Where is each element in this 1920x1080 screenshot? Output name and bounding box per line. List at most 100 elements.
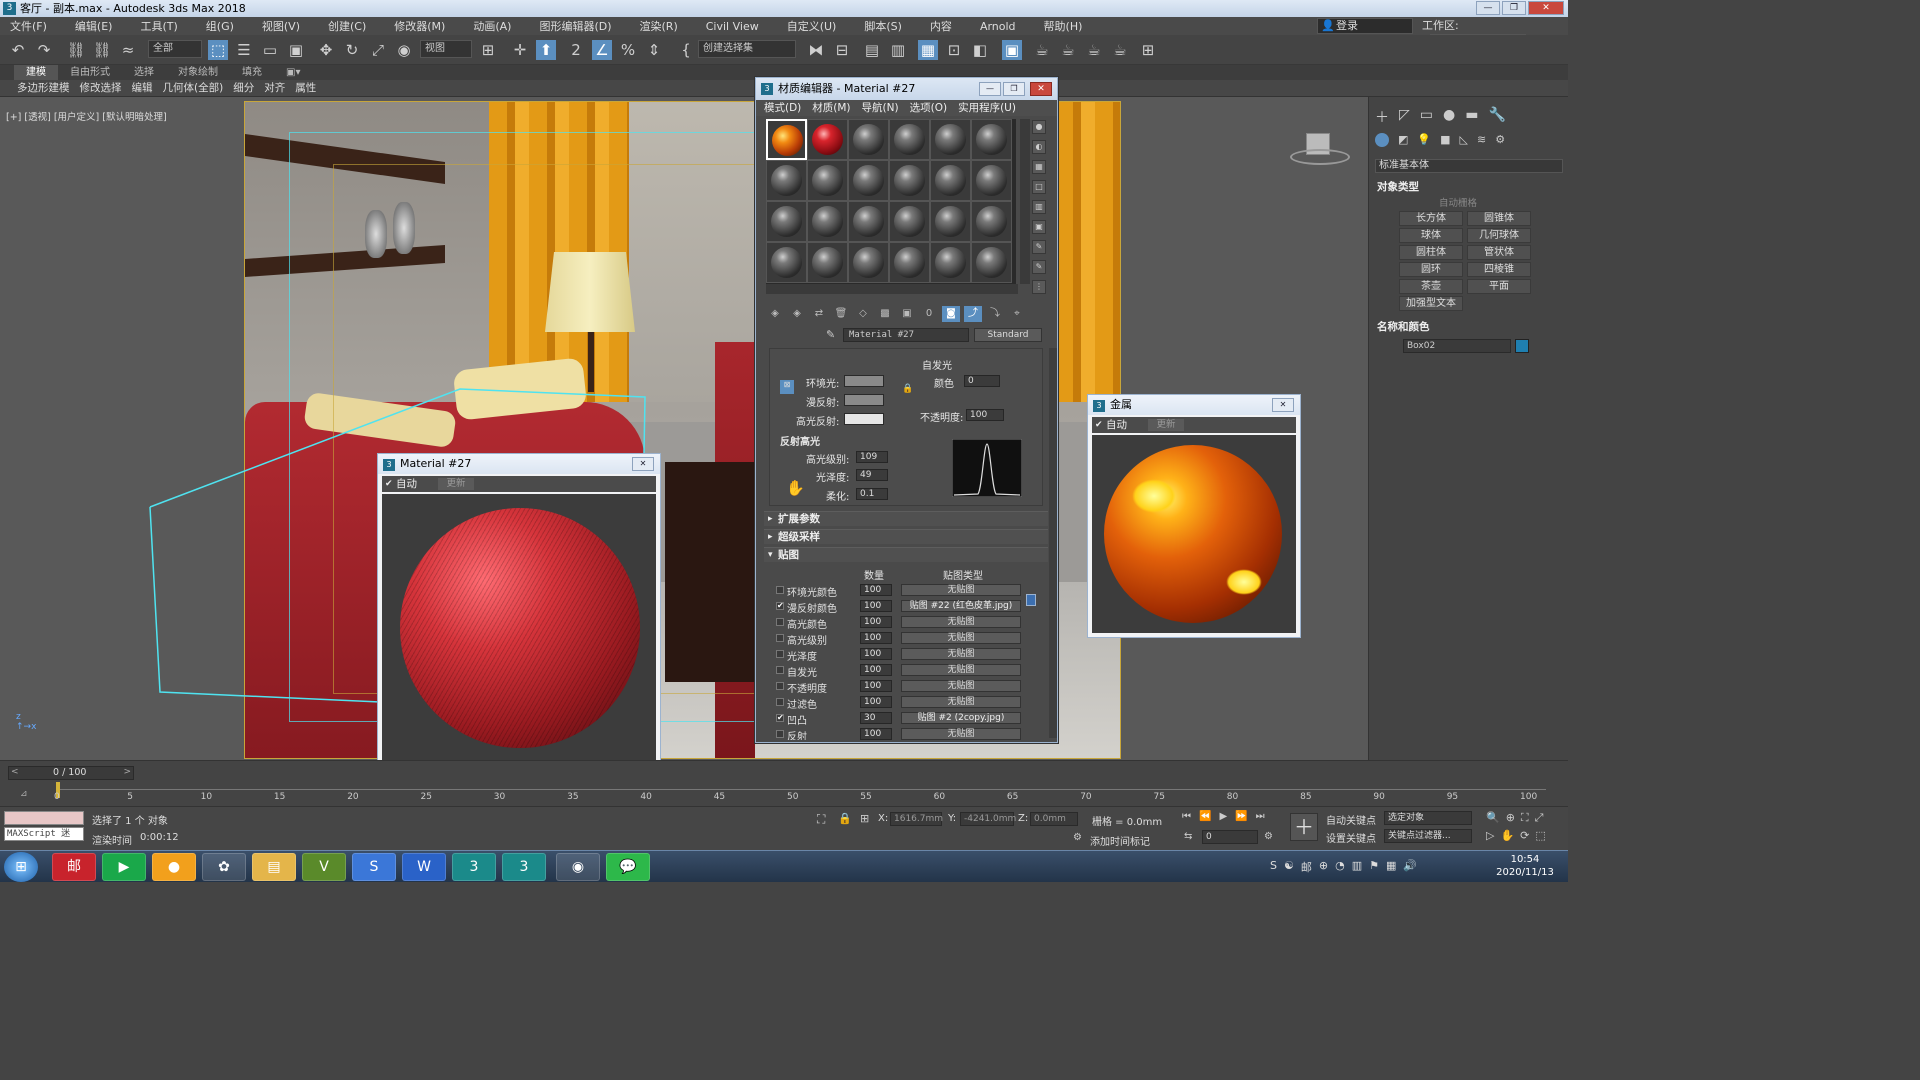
viewcube-icon[interactable]	[1290, 133, 1350, 169]
map-enable-checkbox[interactable]: ✔	[776, 714, 784, 722]
background-icon[interactable]: ▦	[1032, 160, 1046, 174]
map-amount-spinner[interactable]: 100	[860, 680, 892, 692]
tray-icon[interactable]: ▥	[1352, 859, 1362, 875]
map-amount-spinner[interactable]: 100	[860, 664, 892, 676]
map-enable-checkbox[interactable]	[776, 730, 784, 738]
window-crossing-icon[interactable]: ▣	[286, 40, 306, 60]
goto-end-icon[interactable]: ⏭	[1256, 811, 1265, 822]
percent-snap-icon[interactable]: %	[618, 40, 638, 60]
wechat-app-icon[interactable]: 💬	[606, 853, 650, 881]
time-tag-icon[interactable]: ⚙	[1073, 832, 1082, 843]
menu-modifiers[interactable]: 修改器(M)	[394, 18, 455, 34]
maxscript-listener-top[interactable]	[4, 811, 84, 825]
material-id-channel-icon[interactable]: ▣	[898, 306, 916, 322]
ribbon-edit[interactable]: 编辑	[127, 80, 158, 96]
tube-button[interactable]: 管状体	[1467, 245, 1531, 260]
material-slot[interactable]	[848, 119, 889, 160]
sogou-app-icon[interactable]: S	[352, 853, 396, 881]
material-slot[interactable]	[971, 201, 1012, 242]
3dsmax-taskbar-icon[interactable]: 3	[452, 853, 496, 881]
tray-icon[interactable]: S	[1270, 859, 1277, 875]
assign-to-selection-icon[interactable]: ⇄	[810, 306, 828, 322]
x-coord-field[interactable]: 1616.7mm	[890, 812, 943, 826]
soften-spinner[interactable]: 0.1	[856, 488, 888, 500]
auto-key-button[interactable]: 自动关键点	[1326, 812, 1376, 827]
modify-tab-icon[interactable]: ◸	[1399, 107, 1410, 127]
material-slot[interactable]	[848, 242, 889, 283]
wps-writer-icon[interactable]: W	[402, 853, 446, 881]
eyedropper-icon[interactable]: ✎	[826, 328, 835, 341]
get-material-icon[interactable]: ◈	[766, 306, 784, 322]
ribbon-poly-modeling[interactable]: 多边形建模	[12, 80, 75, 96]
material-slot[interactable]	[807, 242, 848, 283]
maps-rollout[interactable]: 贴图	[764, 547, 1048, 562]
material-slot[interactable]	[889, 119, 930, 160]
make-unique-icon[interactable]: ◇	[854, 306, 872, 322]
chrome-app-icon[interactable]: ◉	[556, 853, 600, 881]
menu-views[interactable]: 视图(V)	[262, 18, 310, 34]
material-editor-icon[interactable]: ◧	[970, 40, 990, 60]
material-name-field[interactable]: Material #27	[843, 328, 969, 342]
options-icon[interactable]: ✎	[1032, 240, 1046, 254]
map-enable-checkbox[interactable]	[776, 634, 784, 642]
menu-arnold[interactable]: Arnold	[980, 20, 1026, 33]
app-icon[interactable]: ✿	[202, 853, 246, 881]
scale-icon[interactable]: ⤢	[368, 40, 388, 60]
menu-modes[interactable]: 模式(D)	[764, 100, 801, 116]
goto-start-icon[interactable]: ⏮	[1182, 811, 1191, 822]
name-color-rollout[interactable]: 名称和颜色	[1377, 319, 1430, 334]
time-slider[interactable]: < 0 / 100 >	[8, 766, 134, 780]
object-name-field[interactable]: Box02	[1403, 339, 1511, 353]
angle-snap-icon[interactable]: ∠	[592, 40, 612, 60]
tray-icon[interactable]: ◔	[1335, 859, 1345, 875]
material-slot[interactable]	[889, 201, 930, 242]
y-coord-field[interactable]: -4241.0mm	[960, 812, 1016, 826]
fov-icon[interactable]: ▷	[1486, 829, 1494, 842]
render-frame-icon[interactable]: ☕	[1032, 40, 1052, 60]
tray-icon[interactable]: ⊕	[1319, 859, 1328, 875]
tray-icon[interactable]: ⚑	[1369, 859, 1379, 875]
network-icon[interactable]: ▦	[1386, 859, 1396, 875]
ribbon-options-icon[interactable]: ▣▾	[274, 65, 312, 80]
selection-lock-icon[interactable]: 🔒	[838, 812, 852, 825]
link-icon[interactable]: ⛓	[66, 40, 86, 60]
ribbon-tab-freeform[interactable]: 自由形式	[58, 65, 122, 80]
toggle-ribbon-icon[interactable]: ▥	[888, 40, 908, 60]
reference-coord-system[interactable]: 视图	[420, 40, 472, 58]
video-color-check-icon[interactable]: ▥	[1032, 200, 1046, 214]
zoom-extents-icon[interactable]: ⛶	[1521, 811, 1529, 825]
named-selection-set[interactable]: 创建选择集	[698, 40, 796, 58]
display-tab-icon[interactable]: ▬	[1465, 107, 1478, 127]
menu-material[interactable]: 材质(M)	[812, 100, 850, 116]
go-forward-sibling-icon[interactable]: ⤵	[986, 306, 1004, 322]
material-slot[interactable]	[807, 119, 848, 160]
rotate-icon[interactable]: ↻	[342, 40, 362, 60]
mail-app-icon[interactable]: 邮	[52, 853, 96, 881]
bind-spacewarp-icon[interactable]: ≈	[118, 40, 138, 60]
minimize-button[interactable]: —	[1476, 1, 1500, 15]
menu-animation[interactable]: 动画(A)	[473, 18, 521, 34]
weibo-app-icon[interactable]: ●	[152, 853, 196, 881]
material-slot[interactable]	[848, 160, 889, 201]
tray-icon[interactable]: 邮	[1301, 859, 1312, 875]
teapot-button[interactable]: 茶壶	[1399, 279, 1463, 294]
z-coord-field[interactable]: 0.0mm	[1030, 812, 1078, 826]
unlink-icon[interactable]: ⛓	[92, 40, 112, 60]
menu-file[interactable]: 文件(F)	[10, 18, 57, 34]
material-map-navigator-icon[interactable]: ⋮	[1032, 280, 1046, 294]
menu-navigation[interactable]: 导航(N)	[862, 100, 899, 116]
snaps-toggle-icon[interactable]: 2	[566, 40, 586, 60]
volume-icon[interactable]: 🔊	[1403, 859, 1417, 875]
material-slot[interactable]	[971, 119, 1012, 160]
glossiness-spinner[interactable]: 49	[856, 469, 888, 481]
update-button[interactable]: 更新	[438, 478, 474, 490]
edit-named-sel-icon[interactable]: {	[676, 40, 696, 60]
map-enable-checkbox[interactable]: ✔	[776, 602, 784, 610]
shapes-icon[interactable]: ◩	[1398, 133, 1408, 147]
mirror-icon[interactable]: ⧓	[806, 40, 826, 60]
map-slot-button[interactable]: 无贴图	[901, 664, 1021, 676]
pyramid-button[interactable]: 四棱锥	[1467, 262, 1531, 277]
hierarchy-tab-icon[interactable]: ▭	[1420, 107, 1433, 127]
map-slot-button[interactable]: 无贴图	[901, 648, 1021, 660]
supersampling-rollout[interactable]: 超级采样	[764, 529, 1048, 544]
